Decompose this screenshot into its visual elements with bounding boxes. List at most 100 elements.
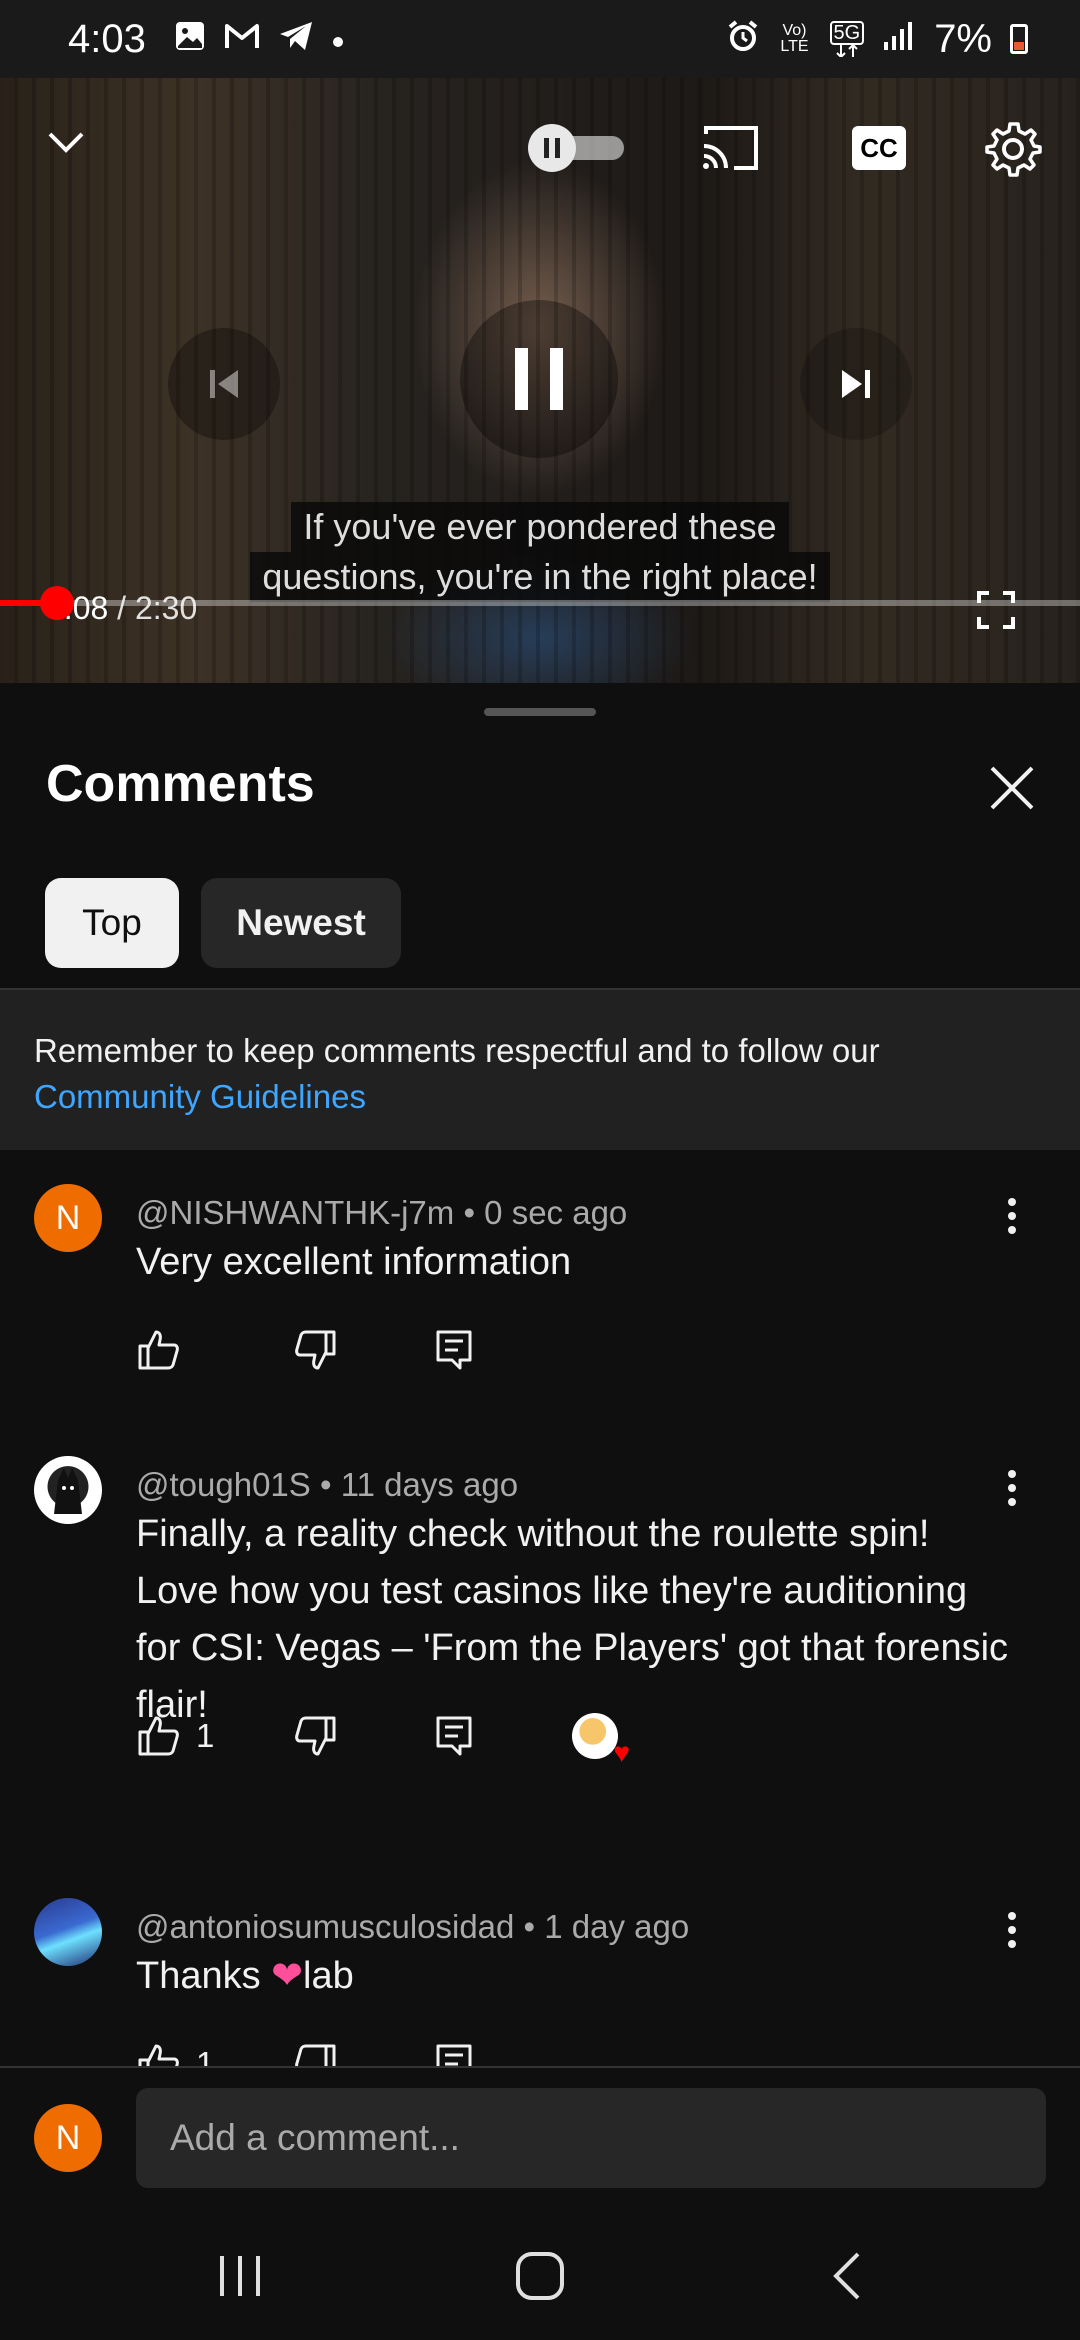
- avatar[interactable]: N: [34, 1184, 102, 1252]
- avatar[interactable]: [34, 1898, 102, 1966]
- telegram-icon: [278, 20, 314, 58]
- thumbs-down-icon: [295, 1330, 336, 1370]
- avatar[interactable]: [34, 1456, 102, 1524]
- community-notice: Remember to keep comments respectful and…: [0, 990, 1080, 1150]
- reply-icon: [436, 1716, 472, 1756]
- battery-icon: [1010, 24, 1028, 54]
- comment-text-part: Thanks: [136, 1955, 272, 1997]
- gallery-icon: [174, 20, 206, 58]
- caption-line-1: If you've ever pondered these: [291, 502, 789, 552]
- captions-button[interactable]: CC: [852, 126, 906, 170]
- comment-actions: 1 ♥: [136, 1710, 776, 1768]
- add-comment-input[interactable]: Add a comment...: [136, 2088, 1046, 2188]
- reply-button[interactable]: [434, 1324, 474, 1376]
- comment-time: 0 sec ago: [484, 1194, 628, 1231]
- system-nav-bar: [0, 2210, 1080, 2340]
- dislike-button[interactable]: [294, 2038, 338, 2066]
- heart-icon: ♥: [613, 1737, 630, 1768]
- back-icon: [833, 2252, 860, 2300]
- dot-icon: [332, 24, 344, 54]
- progress-scrubber[interactable]: [40, 586, 75, 620]
- close-comments-button[interactable]: [986, 762, 1038, 814]
- back-button[interactable]: [820, 2248, 880, 2304]
- community-guidelines-link[interactable]: Community Guidelines: [34, 1074, 1046, 1120]
- autoplay-pause-icon: [528, 124, 576, 172]
- total-time: 2:30: [134, 590, 198, 626]
- home-button[interactable]: [512, 2248, 572, 2304]
- signal-icon: [882, 20, 916, 58]
- dislike-button[interactable]: [294, 1710, 338, 1762]
- autoplay-toggle[interactable]: [528, 124, 628, 172]
- like-count: 1: [196, 1717, 215, 1754]
- next-video-button[interactable]: [800, 328, 912, 440]
- like-button[interactable]: 1: [136, 2038, 214, 2066]
- thumbs-down-icon: [295, 2044, 336, 2066]
- comment-text: Finally, a reality check without the rou…: [136, 1513, 1009, 1726]
- comment-text: Very excellent information: [136, 1241, 572, 1283]
- close-icon: [990, 766, 1034, 810]
- comment-text-part: lab: [303, 1955, 354, 1997]
- 5g-label: 5G: [829, 21, 865, 45]
- comment-actions: 1: [136, 2038, 776, 2066]
- dislike-button[interactable]: [294, 1324, 338, 1376]
- meta-separator: •: [514, 1908, 545, 1945]
- add-comment-bar: N Add a comment...: [0, 2066, 1080, 2210]
- play-pause-button[interactable]: [460, 300, 618, 458]
- thumbs-up-icon: [138, 2044, 179, 2066]
- 5g-icon: 5G: [829, 21, 865, 57]
- recent-apps-button[interactable]: [210, 2248, 270, 2304]
- like-button[interactable]: 1: [136, 1710, 214, 1762]
- time-separator: /: [108, 590, 135, 626]
- meta-separator: •: [454, 1194, 485, 1231]
- avatar-letter: N: [55, 1198, 81, 1237]
- reply-icon: [436, 1330, 472, 1370]
- pause-icon: [515, 348, 563, 410]
- recent-apps-icon: [220, 2256, 260, 2296]
- comment-author[interactable]: @antoniosumusculosidad: [136, 1908, 514, 1945]
- comment-meta: @antoniosumusculosidad • 1 day ago: [136, 1908, 689, 1946]
- reply-icon: [436, 2044, 472, 2066]
- like-count: 1: [196, 2045, 215, 2066]
- thumbs-up-icon: [138, 1330, 179, 1370]
- comment-meta: @tough01S • 11 days ago: [136, 1466, 518, 1504]
- comment-time: 1 day ago: [544, 1908, 690, 1945]
- cast-button[interactable]: [700, 124, 762, 172]
- video-player[interactable]: CC If you've ever pondered these questio…: [0, 78, 1080, 683]
- collapse-player-button[interactable]: [44, 120, 88, 164]
- user-avatar: N: [34, 2104, 102, 2172]
- notice-text: Remember to keep comments respectful and…: [34, 1032, 880, 1069]
- meta-separator: •: [310, 1466, 341, 1503]
- reply-button[interactable]: [434, 2038, 474, 2066]
- avatar-letter: N: [55, 2118, 81, 2157]
- wolf-avatar-icon: [54, 1468, 82, 1514]
- comment-author[interactable]: @tough01S: [136, 1466, 311, 1503]
- skip-previous-icon: [210, 370, 238, 398]
- creator-avatar-icon: ♥: [572, 1713, 630, 1768]
- comment-text: Thanks ❤lab: [136, 1948, 1016, 2005]
- comments-panel: Comments Top Newest Remember to keep com…: [0, 686, 1080, 2066]
- creator-heart-badge: ♥: [572, 1710, 630, 1768]
- fullscreen-icon: [977, 591, 1015, 629]
- gear-icon: [985, 122, 1042, 177]
- sort-chip-newest[interactable]: Newest: [201, 878, 401, 968]
- comment-time: 11 days ago: [340, 1466, 519, 1503]
- previous-video-button[interactable]: [168, 328, 280, 440]
- like-button[interactable]: [136, 1324, 196, 1376]
- settings-button[interactable]: [984, 120, 1042, 178]
- chevron-down-icon: [48, 132, 84, 153]
- reply-button[interactable]: [434, 1710, 474, 1762]
- comment-meta: @NISHWANTHK-j7m • 0 sec ago: [136, 1194, 627, 1232]
- gmail-icon: [224, 22, 260, 56]
- cc-label: CC: [860, 132, 898, 163]
- heart-emoji: ❤: [271, 1955, 304, 1997]
- home-icon: [516, 2252, 564, 2300]
- volte-icon: Vo) LTE: [780, 22, 809, 55]
- comments-title: Comments: [46, 755, 315, 813]
- fullscreen-button[interactable]: [976, 590, 1016, 630]
- comment-author[interactable]: @NISHWANTHK-j7m: [136, 1194, 454, 1231]
- status-bar: 4:03 Vo) LTE 5G 7%: [0, 0, 1080, 78]
- comment-actions: [136, 1324, 776, 1376]
- sort-chip-top[interactable]: Top: [45, 878, 179, 968]
- video-progress-bar[interactable]: [0, 586, 1080, 620]
- drag-handle[interactable]: [484, 708, 596, 716]
